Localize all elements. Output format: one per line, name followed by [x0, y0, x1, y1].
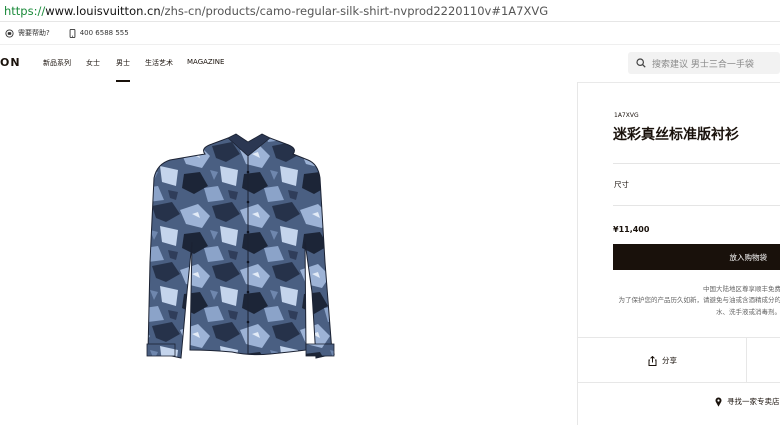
nav-magazine[interactable]: MAGAZINE — [187, 58, 224, 66]
phone-number: 400 6588 555 — [80, 29, 129, 37]
main-nav: ON 新品系列 女士 男士 生活艺术 MAGAZINE 搜索建议 男士三合一手袋 — [0, 44, 780, 83]
product-price: ¥11,400 — [613, 225, 649, 234]
nav-art-of-living[interactable]: 生活艺术 — [145, 58, 173, 68]
find-store-label: 寻找一家专卖店 — [727, 396, 780, 407]
add-to-bag-button[interactable]: 放入购物袋 — [613, 244, 780, 270]
nav-new[interactable]: 新品系列 — [43, 58, 71, 68]
shipping-note: 中国大陆地区尊享顺丰免费 — [703, 283, 780, 293]
help-link[interactable]: 需要帮助? — [5, 28, 50, 38]
care-note-line: 为了保护您的产品历久如新，请避免与油或含酒精成分的 — [619, 294, 780, 304]
share-button[interactable]: 分享 — [648, 355, 677, 366]
utility-bar: 需要帮助? 400 6588 555 — [0, 22, 780, 45]
search-input[interactable]: 搜索建议 男士三合一手袋 — [628, 52, 780, 74]
help-label: 需要帮助? — [18, 28, 50, 38]
share-label: 分享 — [662, 355, 677, 366]
product-sku: 1A7XVG — [614, 112, 639, 119]
url-host: www.louisvuitton.cn — [45, 4, 160, 18]
divider — [613, 163, 780, 164]
divider — [613, 205, 780, 206]
care-note-line: 水、洗手液或消毒剂。 — [716, 306, 780, 316]
product-title: 迷彩真丝标准版衬衫 — [613, 124, 739, 144]
phone-icon — [69, 29, 76, 38]
location-pin-icon — [715, 397, 722, 407]
brand-logo[interactable]: ON — [0, 56, 21, 69]
browser-url-bar[interactable]: https://www.louisvuitton.cn/zhs-cn/produ… — [0, 0, 780, 22]
help-icon — [5, 29, 14, 38]
nav-women[interactable]: 女士 — [86, 58, 100, 68]
url-path: /zhs-cn/products/camo-regular-silk-shirt… — [161, 4, 549, 18]
search-placeholder: 搜索建议 男士三合一手袋 — [652, 57, 754, 70]
product-info-panel: 1A7XVG 迷彩真丝标准版衬衫 尺寸 ¥11,400 放入购物袋 中国大陆地区… — [577, 82, 780, 425]
url-scheme: https:// — [4, 4, 45, 18]
camo-shirt-image — [0, 82, 577, 425]
action-row: 分享 — [578, 337, 780, 383]
find-store-link[interactable]: 寻找一家专卖店 — [715, 396, 780, 407]
share-icon — [648, 356, 657, 366]
search-icon — [636, 58, 646, 68]
phone-link[interactable]: 400 6588 555 — [69, 29, 129, 38]
nav-men[interactable]: 男士 — [116, 58, 130, 68]
url-text[interactable]: https://www.louisvuitton.cn/zhs-cn/produ… — [4, 4, 548, 18]
divider — [746, 338, 747, 382]
product-page: 1A7XVG 迷彩真丝标准版衬衫 尺寸 ¥11,400 放入购物袋 中国大陆地区… — [0, 82, 780, 425]
product-image-area[interactable] — [0, 82, 577, 425]
size-selector[interactable]: 尺寸 — [614, 179, 629, 190]
